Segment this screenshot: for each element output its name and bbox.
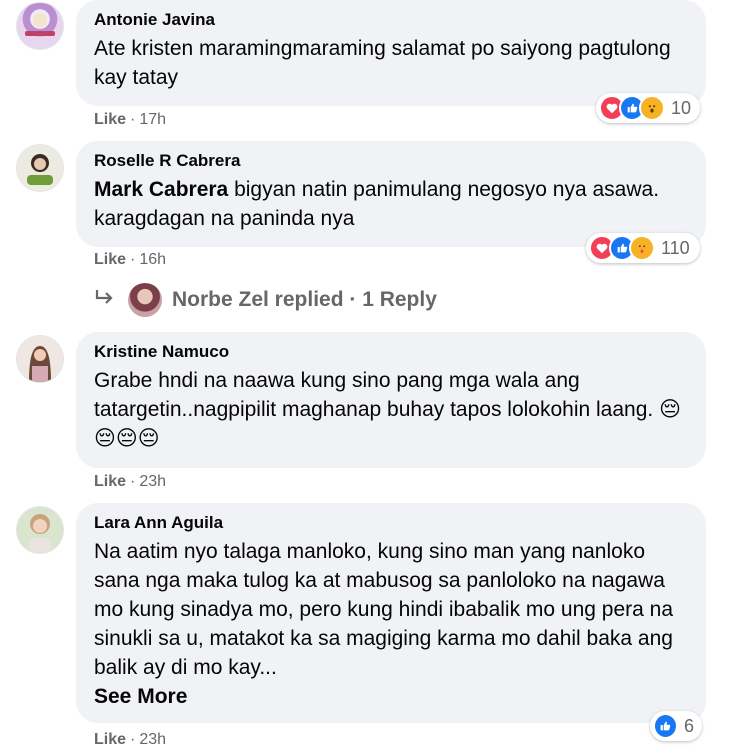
mention-link[interactable]: Mark Cabrera: [94, 178, 228, 201]
avatar-image-icon: [17, 145, 63, 191]
care-reaction-icon: [629, 235, 655, 261]
replier-avatar: [128, 283, 162, 317]
avatar-image-icon: [17, 507, 63, 553]
reactions-summary[interactable]: 10: [596, 93, 700, 123]
comment-text: Ate kristen maramingmaraming salamat po …: [94, 37, 671, 89]
comment-timestamp[interactable]: 17h: [139, 111, 166, 128]
comment-text: Na aatim nyo talaga manloko, kung sino m…: [94, 540, 674, 679]
comment-bubble: Kristine Namuco Grabe hndi na naawa kung…: [76, 332, 706, 468]
comment-bubble: Lara Ann Aguila Na aatim nyo talaga manl…: [76, 503, 706, 723]
comment-meta: Like · 16h: [94, 250, 166, 270]
comment-timestamp[interactable]: 16h: [139, 251, 166, 268]
comment-author[interactable]: Kristine Namuco: [94, 340, 688, 364]
comment-meta: Like · 23h: [94, 730, 166, 750]
comment-meta: Like · 17h: [94, 110, 166, 130]
separator-dot: ·: [130, 251, 136, 268]
view-replies-link[interactable]: Norbe Zel replied · 1 Reply: [94, 282, 437, 318]
reply-arrow-icon: [94, 288, 116, 312]
wow-reaction-icon: [639, 95, 665, 121]
comment-bubble: Antonie Javina Ate kristen maramingmaram…: [76, 0, 706, 106]
avatar[interactable]: [16, 2, 64, 50]
like-button[interactable]: Like: [94, 731, 126, 748]
comment-meta: Like · 23h: [94, 472, 166, 492]
like-button[interactable]: Like: [94, 111, 126, 128]
comment-text-container: Mark Cabrera bigyan natin panimulang neg…: [94, 175, 688, 233]
separator-dot: ·: [130, 473, 136, 490]
reactions-summary[interactable]: 110: [586, 233, 700, 263]
comment-timestamp[interactable]: 23h: [139, 473, 166, 490]
like-button[interactable]: Like: [94, 473, 126, 490]
comment-text-container: Na aatim nyo talaga manloko, kung sino m…: [94, 537, 688, 711]
separator-dot: ·: [130, 731, 136, 748]
avatar[interactable]: [16, 506, 64, 554]
replies-text[interactable]: Norbe Zel replied · 1 Reply: [172, 288, 437, 312]
avatar-image-icon: [17, 336, 63, 382]
like-button[interactable]: Like: [94, 251, 126, 268]
comment-author[interactable]: Antonie Javina: [94, 8, 688, 32]
reaction-count: 6: [683, 715, 694, 736]
reactions-summary[interactable]: 6: [650, 711, 702, 741]
like-reaction-icon: [653, 713, 678, 739]
comment-bubble: Roselle R Cabrera Mark Cabrera bigyan na…: [76, 141, 706, 247]
see-more-link[interactable]: See More: [94, 682, 688, 711]
comment-text: Grabe hndi na naawa kung sino pang mga w…: [94, 369, 681, 450]
reaction-count: 110: [661, 237, 690, 258]
avatar-image-icon: [25, 13, 55, 36]
comment-timestamp[interactable]: 23h: [139, 731, 166, 748]
comment-author[interactable]: Lara Ann Aguila: [94, 511, 688, 535]
reaction-count: 10: [671, 97, 692, 118]
comment-author[interactable]: Roselle R Cabrera: [94, 149, 688, 173]
avatar[interactable]: [16, 335, 64, 383]
separator-dot: ·: [130, 111, 136, 128]
avatar[interactable]: [16, 144, 64, 192]
